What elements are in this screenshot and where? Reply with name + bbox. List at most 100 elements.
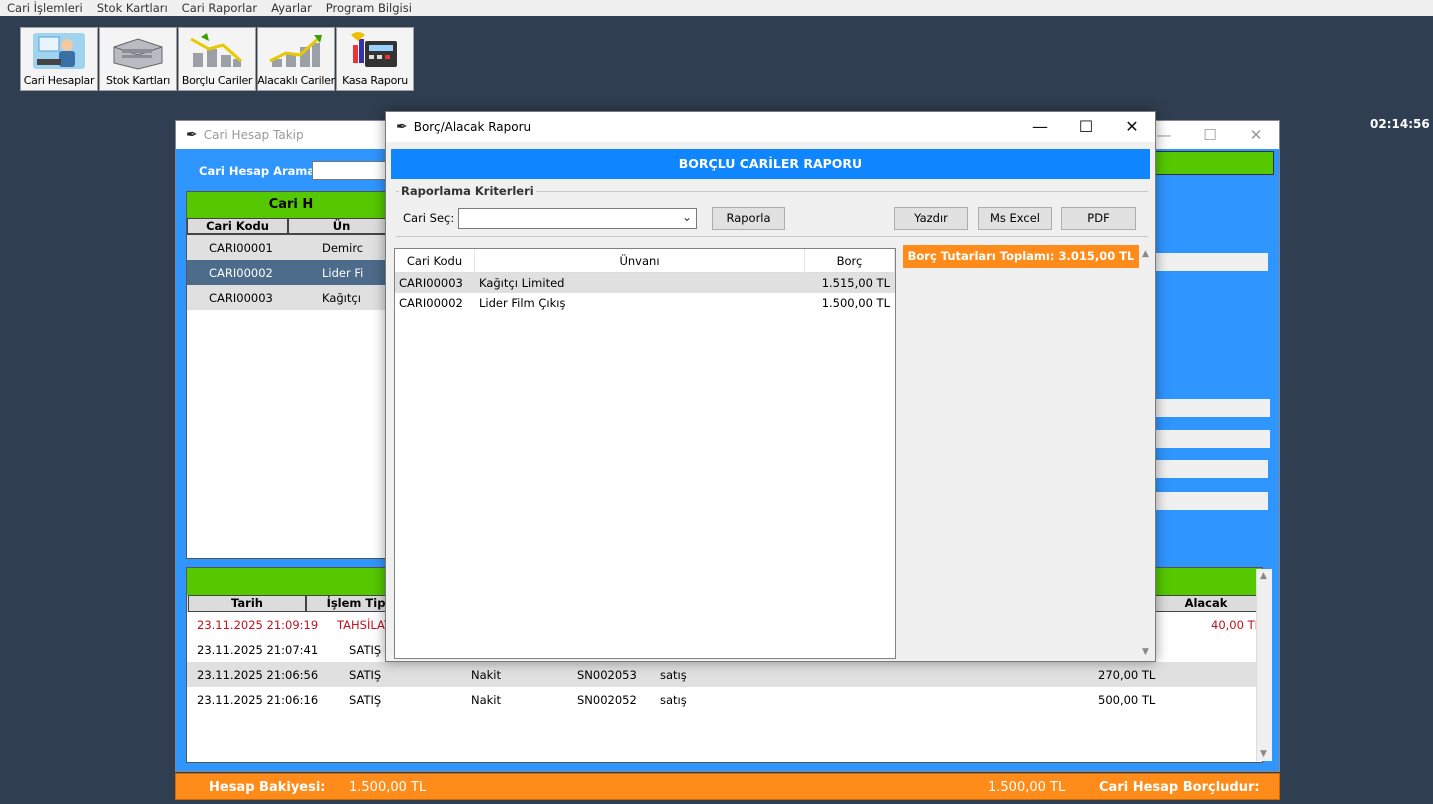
maximize-icon[interactable]: ☐: [1187, 121, 1233, 149]
tx-doc: SN002052: [577, 693, 637, 707]
col-tarih[interactable]: Tarih: [188, 595, 306, 612]
balance-bar: Hesap Bakiyesi: 1.500,00 TL 1.500,00 TL …: [175, 773, 1280, 800]
list-item[interactable]: CARI00003 Kağıtçı: [187, 285, 395, 310]
total-label: Borç Tutarları Toplamı: 3.015,00 TL: [903, 245, 1139, 268]
report-debt: 1.515,00 TL: [821, 276, 890, 290]
dialog-titlebar[interactable]: ✒ Borç/Alacak Raporu — ☐ ✕: [386, 112, 1155, 142]
close-icon[interactable]: ✕: [1233, 121, 1279, 149]
tx-type: SATIŞ: [349, 643, 382, 657]
debtor-chart-icon: [190, 33, 242, 67]
tx-credit: 40,00 TL: [1211, 618, 1262, 632]
tx-type: TAHSİLAT: [337, 618, 392, 632]
balance-value: 1.500,00 TL: [349, 780, 427, 795]
stock-icon: [113, 38, 163, 70]
ms-excel-button[interactable]: Ms Excel: [978, 207, 1052, 230]
dialog-title: Borç/Alacak Raporu: [413, 120, 532, 134]
col-borc[interactable]: Borç: [805, 249, 895, 273]
kasa-raporu-label: Kasa Raporu: [342, 74, 408, 87]
transactions-scrollbar[interactable]: ▲ ▼: [1256, 569, 1272, 761]
borclu-cariler-label: Borçlu Cariler: [181, 74, 253, 87]
menu-program-bilgisi[interactable]: Program Bilgisi: [319, 1, 419, 15]
stok-kartlari-button[interactable]: Stok Kartları: [99, 27, 177, 91]
cari-list-group-header: Cari H: [187, 192, 395, 218]
feather-icon: ✒: [186, 127, 198, 143]
raporla-button[interactable]: Raporla: [712, 207, 785, 230]
minimize-icon[interactable]: —: [1017, 112, 1063, 142]
cari-name: Lider Fi: [322, 265, 364, 280]
cari-code: CARI00001: [209, 240, 273, 255]
feather-icon: ✒: [396, 119, 408, 135]
alacakli-cariler-label: Alacaklı Cariler: [257, 74, 335, 87]
report-table: Cari Kodu Ünvanı Borç CARI00003 Kağıtçı …: [394, 248, 896, 659]
report-name: Kağıtçı Limited: [479, 276, 565, 290]
scroll-up-icon[interactable]: ▲: [1260, 571, 1267, 581]
alacakli-cariler-button[interactable]: Alacaklı Cariler: [257, 27, 335, 91]
pdf-button[interactable]: PDF: [1061, 207, 1136, 230]
tx-date: 23.11.2025 21:06:16: [197, 693, 319, 707]
menu-cari-islemleri[interactable]: Cari İşlemleri: [0, 1, 90, 15]
maximize-icon[interactable]: ☐: [1063, 112, 1109, 142]
report-header: BORÇLU CARİLER RAPORU: [391, 149, 1150, 179]
table-row[interactable]: 23.11.2025 21:06:16 SATIŞ Nakit SN002052…: [187, 687, 1262, 712]
clock: 02:14:56: [1370, 117, 1430, 131]
close-icon[interactable]: ✕: [1109, 112, 1155, 142]
borclu-cariler-button[interactable]: Borçlu Cariler: [178, 27, 256, 91]
cari-name: Kağıtçı: [322, 290, 361, 305]
menu-ayarlar[interactable]: Ayarlar: [264, 1, 319, 15]
detail-field[interactable]: [1154, 492, 1268, 510]
report-name: Lider Film Çıkış: [479, 296, 566, 310]
kasa-raporu-button[interactable]: Kasa Raporu: [336, 27, 414, 91]
menu-cari-raporlar[interactable]: Cari Raporlar: [175, 1, 264, 15]
toolbar: Cari Hesaplar Stok Kartları Borçlu Caril…: [20, 27, 414, 91]
scroll-down-icon[interactable]: ▼: [1260, 749, 1267, 759]
stok-kartlari-label: Stok Kartları: [106, 74, 170, 87]
detail-field[interactable]: [1154, 253, 1268, 271]
col-unvani[interactable]: Ünvanı: [475, 249, 805, 273]
cari-select-label: Cari Seç:: [403, 211, 455, 225]
cash-report-icon: [351, 32, 397, 67]
list-item[interactable]: CARI00002 Lider Fi: [187, 260, 395, 285]
cari-list: Cari H Cari Kodu Ün CARI00001 Demirc CAR…: [186, 191, 396, 559]
cari-hesaplar-button[interactable]: Cari Hesaplar: [20, 27, 98, 91]
tx-debt: 500,00 TL: [1098, 693, 1156, 707]
col-unvan[interactable]: Ün: [288, 218, 395, 234]
balance-label: Hesap Bakiyesi:: [209, 780, 326, 795]
detail-header: [1154, 151, 1274, 175]
tx-doc: SN002053: [577, 668, 637, 682]
col-cari-kodu[interactable]: Cari Kodu: [187, 218, 288, 234]
tx-type: SATIŞ: [349, 693, 382, 707]
table-row[interactable]: CARI00002 Lider Film Çıkış 1.500,00 TL: [395, 293, 895, 313]
col-alacak[interactable]: Alacak: [1155, 595, 1257, 612]
report-code: CARI00003: [399, 276, 463, 290]
report-dialog: ✒ Borç/Alacak Raporu — ☐ ✕ BORÇLU CARİLE…: [385, 111, 1156, 662]
menu-stok-kartlari[interactable]: Stok Kartları: [90, 1, 175, 15]
dialog-scrollbar[interactable]: ▲ ▼: [1139, 245, 1155, 659]
report-code: CARI00002: [399, 296, 463, 310]
tx-date: 23.11.2025 21:06:56: [197, 668, 319, 682]
chevron-down-icon: ⌄: [681, 210, 692, 224]
tx-type: SATIŞ: [349, 668, 382, 682]
scroll-up-icon[interactable]: ▲: [1142, 249, 1149, 259]
cari-select[interactable]: ⌄: [458, 208, 697, 229]
col-cari-kodu[interactable]: Cari Kodu: [395, 249, 475, 273]
report-debt: 1.500,00 TL: [821, 296, 890, 310]
tx-desc: satış: [660, 693, 687, 707]
yazdir-button[interactable]: Yazdır: [894, 207, 968, 230]
table-row[interactable]: 23.11.2025 21:06:56 SATIŞ Nakit SN002053…: [187, 662, 1262, 687]
accounts-icon: [33, 33, 85, 69]
table-row[interactable]: CARI00003 Kağıtçı Limited 1.515,00 TL: [395, 273, 895, 293]
cari-name: Demirc: [322, 240, 364, 255]
tx-date: 23.11.2025 21:09:19: [197, 618, 319, 632]
detail-field[interactable]: [1154, 460, 1268, 478]
cari-hesaplar-label: Cari Hesaplar: [23, 74, 95, 87]
main-window-title: Cari Hesap Takip: [203, 128, 304, 142]
list-item[interactable]: CARI00001 Demirc: [187, 235, 395, 260]
balance-status: Cari Hesap Borçludur:: [1099, 780, 1260, 795]
tx-date: 23.11.2025 21:07:41: [197, 643, 319, 657]
detail-field[interactable]: [1154, 399, 1270, 417]
scroll-down-icon[interactable]: ▼: [1142, 647, 1149, 657]
menu-bar: Cari İşlemleri Stok Kartları Cari Raporl…: [0, 0, 1433, 16]
report-table-header: Cari Kodu Ünvanı Borç: [395, 249, 895, 273]
cari-list-header: Cari Kodu Ün: [187, 218, 395, 235]
detail-field[interactable]: [1154, 430, 1270, 448]
